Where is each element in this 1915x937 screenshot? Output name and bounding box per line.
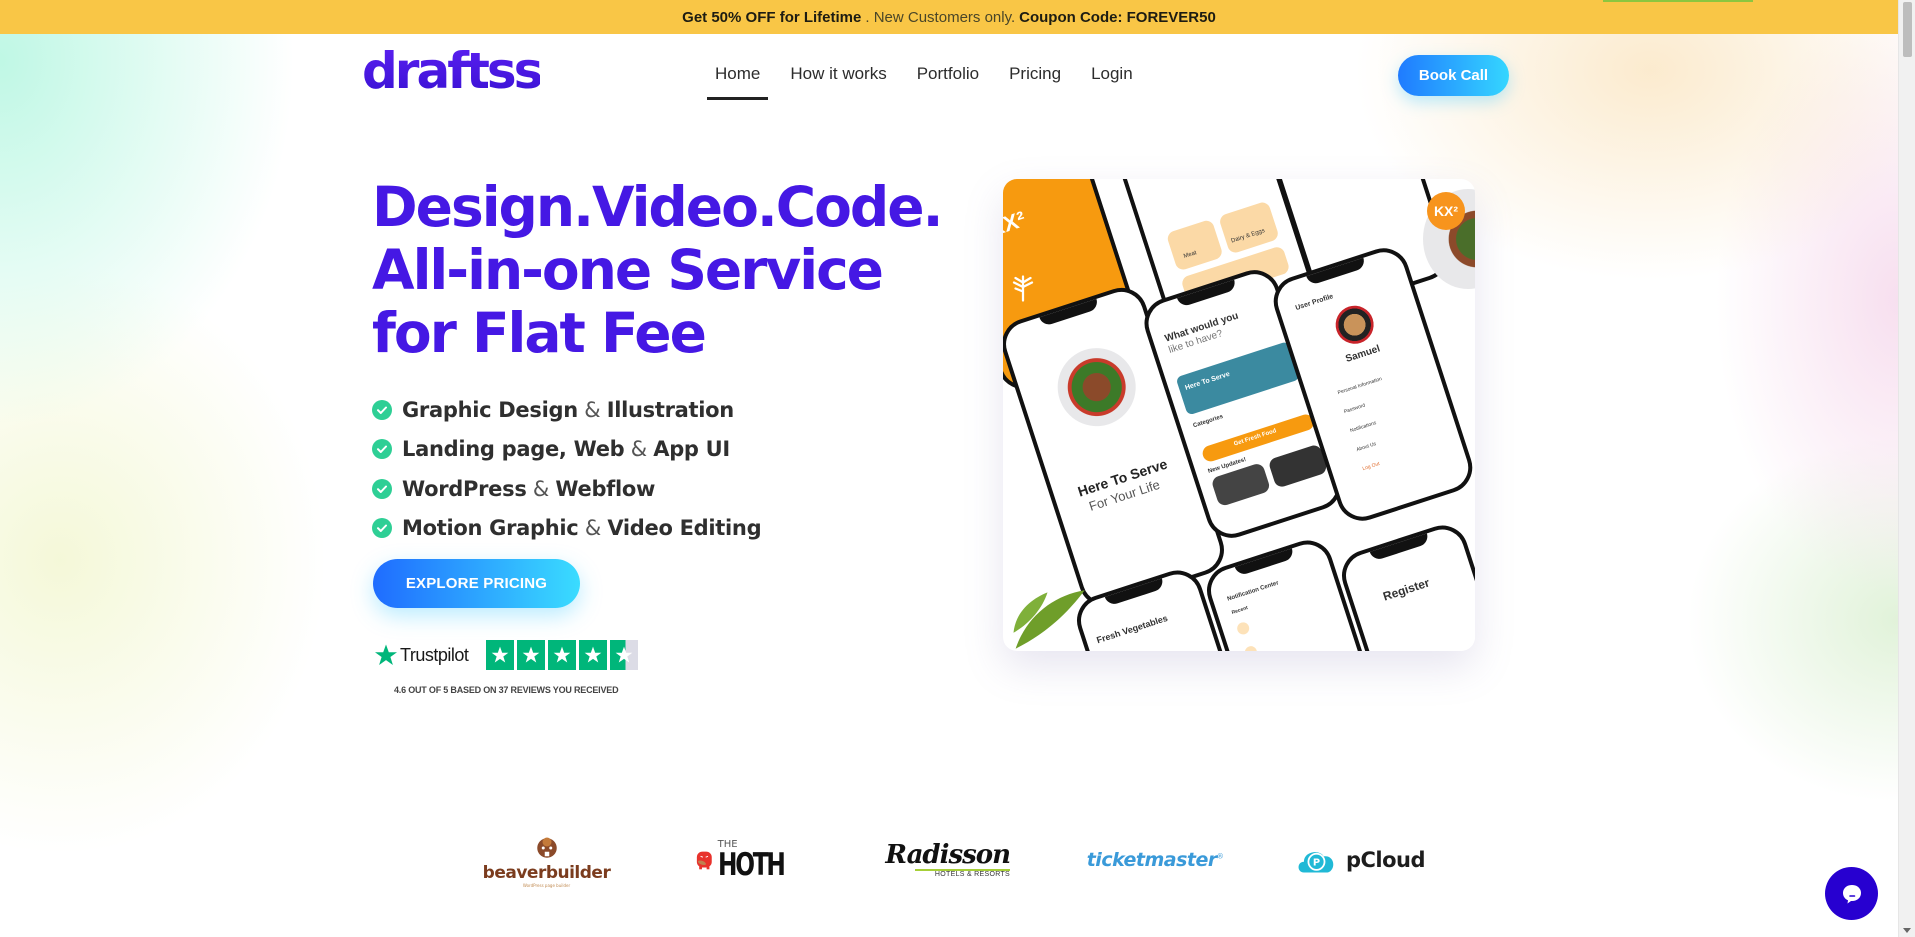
beaverbuilder-wordmark: beaverbuilder [482,862,611,883]
hoth-mascot-icon [696,851,712,870]
profile-name: Samuel [1344,343,1382,365]
check-circle-icon [372,439,392,460]
feature-b: Video Editing [607,516,762,541]
hero-showcase-image: KX² Meat Dairy & Eggs Here To Serve For … [1003,179,1475,651]
promo-coupon-code: FOREVER50 [1126,8,1216,26]
feature-amp: & [584,516,601,541]
trustpilot-star-icon [375,644,397,665]
phone-mockup-register: Register [1335,518,1475,651]
home-categories: Categories [1192,413,1224,430]
trustpilot-logo: Trustpilot [374,643,469,667]
book-call-button[interactable]: Book Call [1398,55,1509,96]
rating-summary: 4.6 OUT OF 5 BASED ON 37 REVIEWS YOU REC… [394,685,619,695]
check-circle-icon [372,478,392,499]
logo-pcloud: P pCloud [1295,820,1426,900]
client-logos-strip: beaverbuilder WordPress page builder THE… [460,820,1460,900]
feature-amp: & [584,397,601,422]
logo-radisson: Radisson HOTELS & RESORTS [885,820,1011,900]
notif-title: Notification Center [1226,580,1280,603]
nav-home[interactable]: Home [700,58,775,100]
rating-star-icon [548,640,577,670]
trustpilot-rating-stars [486,640,639,670]
profile-item: Notifications [1349,420,1378,435]
logo[interactable]: draftss [362,46,543,96]
scrollbar-thumb[interactable] [1903,2,1912,57]
trustpilot-widget[interactable]: Trustpilot [374,640,639,670]
promo-coupon-label: Coupon Code: [1019,8,1123,26]
nav-pricing[interactable]: Pricing [994,58,1076,100]
nav-login[interactable]: Login [1076,58,1148,100]
feature-amp: & [532,476,549,501]
page: Get 50% OFF for Lifetime . New Customers… [0,0,1898,937]
pcloud-icon: P [1298,852,1334,873]
feature-a: Landing page, Web [402,437,625,462]
feature-b: Webflow [555,476,656,501]
headline-line-3: for Flat Fee [372,301,707,365]
radisson-wordmark: Radisson [885,840,1011,870]
logo-the-hoth: THE HOTH [695,820,805,900]
pcloud-wordmark: pCloud [1345,848,1426,872]
kx-brand-badge: KX² [1427,192,1465,230]
profile-item: About Us [1355,441,1378,454]
svg-text:P: P [1313,857,1320,868]
home-banner [1175,341,1301,416]
logo-beaverbuilder: beaverbuilder WordPress page builder [482,820,611,900]
feature-b: Illustration [606,397,735,422]
feature-a: WordPress [402,476,527,501]
check-circle-icon [372,399,392,420]
profile-item: Personal Information [1337,376,1383,397]
profile-item: Log Out [1361,460,1381,473]
nav-how-it-works[interactable]: How it works [775,58,901,100]
profile-item: Password [1343,402,1366,416]
chat-bubble-icon [1842,884,1861,903]
check-circle-icon [372,518,392,539]
promo-accent-bar [1603,0,1753,2]
notif-recent: Recent [1230,605,1249,616]
rating-star-half-icon [610,640,639,670]
promo-lead: Get 50% OFF for Lifetime [682,8,862,26]
rating-star-icon [517,640,546,670]
profile-avatar [1330,300,1379,349]
feature-a: Motion Graphic [402,516,579,541]
main-nav: Home How it works Portfolio Pricing Logi… [700,58,1148,100]
feature-item: Landing page, Web & App UI [372,430,761,470]
feature-item: Motion Graphic & Video Editing [372,509,762,549]
ticketmaster-wordmark: ticketmaster® [1086,849,1224,871]
scroll-down-arrow-icon[interactable] [1903,928,1911,933]
page-scrollbar[interactable] [1898,0,1915,937]
headline-line-2: All-in-one Service [372,238,884,302]
feature-amp: & [630,437,647,462]
chat-widget-button[interactable] [1825,867,1878,920]
explore-pricing-button[interactable]: EXPLORE PRICING [373,559,580,608]
beaver-mascot-icon [536,837,557,858]
promo-banner: Get 50% OFF for Lifetime . New Customers… [0,0,1898,34]
logo-ticketmaster: ticketmaster® [1085,820,1225,900]
feature-item: Graphic Design & Illustration [372,390,761,430]
feature-b: App UI [653,437,730,462]
beaverbuilder-tagline: WordPress page builder [522,882,571,888]
leaf-decoration-icon [1013,590,1085,649]
register-title: Register [1381,575,1432,604]
food-plate-image [1047,337,1146,437]
radisson-subtitle: HOTELS & RESORTS [934,871,1010,878]
rating-star-icon [486,640,515,670]
nav-portfolio[interactable]: Portfolio [902,58,994,100]
hoth-wordmark: HOTH [717,846,786,883]
profile-title: User Profile [1294,293,1335,312]
headline-line-1: Design.Video.Code. [372,175,943,239]
feature-list: Graphic Design & Illustration Landing pa… [372,390,762,549]
veg-title: Fresh Vegetables [1095,612,1169,646]
leaf-decoration-icon [1012,275,1034,302]
splash-logo-text: KX² [1003,206,1029,242]
feature-a: Graphic Design [402,397,578,422]
trustpilot-wordmark: Trustpilot [400,644,469,665]
promo-middle: . New Customers only. [865,8,1016,26]
feature-item: WordPress & Webflow [372,469,761,509]
rating-star-icon [579,640,608,670]
hero-headline: Design.Video.Code. All-in-one Service fo… [372,176,972,365]
